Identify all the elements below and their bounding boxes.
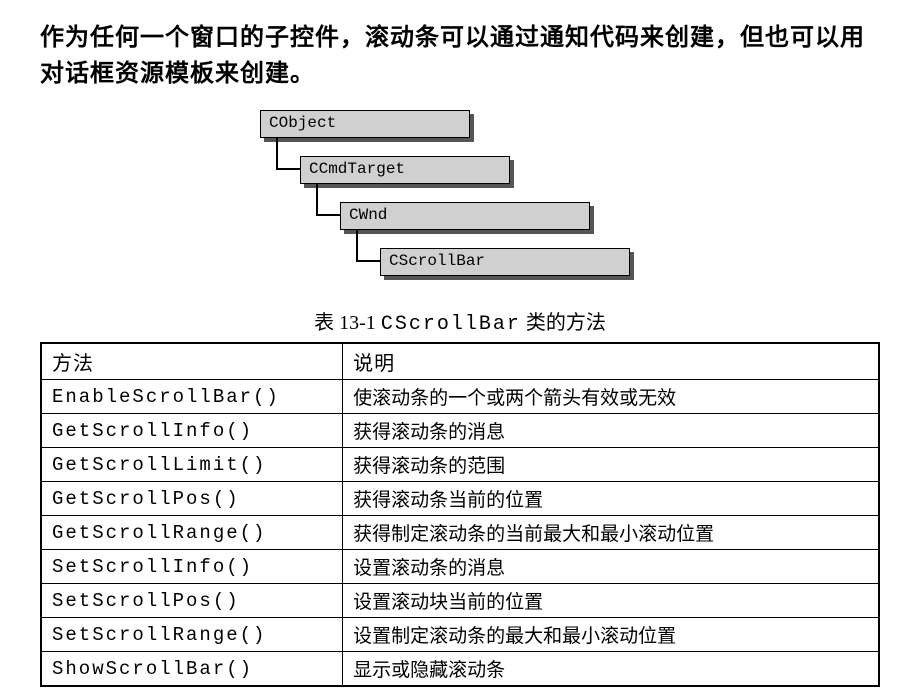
table-row: GetScrollRange() 获得制定滚动条的当前最大和最小滚动位置 [41, 516, 879, 550]
methods-table: 方法 说明 EnableScrollBar() 使滚动条的一个或两个箭头有效或无… [40, 342, 880, 687]
cell-desc: 设置制定滚动条的最大和最小滚动位置 [343, 618, 879, 652]
class-hierarchy-diagram: CObject CCmdTarget CWnd CScrollBar [260, 110, 660, 284]
hierarchy-box-cobject: CObject [260, 110, 470, 138]
cell-desc: 获得制定滚动条的当前最大和最小滚动位置 [343, 516, 879, 550]
table-row: ShowScrollBar() 显示或隐藏滚动条 [41, 652, 879, 687]
hierarchy-box-cscrollbar: CScrollBar [380, 248, 630, 276]
table-row: GetScrollLimit() 获得滚动条的范围 [41, 448, 879, 482]
cell-method: EnableScrollBar() [41, 380, 343, 414]
hierarchy-box-cwnd: CWnd [340, 202, 590, 230]
cell-method: GetScrollPos() [41, 482, 343, 516]
cell-method: SetScrollInfo() [41, 550, 343, 584]
cell-method: GetScrollLimit() [41, 448, 343, 482]
table-row: SetScrollPos() 设置滚动块当前的位置 [41, 584, 879, 618]
header-desc: 说明 [343, 343, 879, 380]
caption-prefix: 表 13-1 [314, 312, 381, 334]
table-caption: 表 13-1 CScrollBar 类的方法 [40, 306, 880, 336]
cell-desc: 显示或隐藏滚动条 [343, 652, 879, 687]
cell-desc: 获得滚动条当前的位置 [343, 482, 879, 516]
cell-method: GetScrollRange() [41, 516, 343, 550]
cell-desc: 使滚动条的一个或两个箭头有效或无效 [343, 380, 879, 414]
table-row: SetScrollRange() 设置制定滚动条的最大和最小滚动位置 [41, 618, 879, 652]
cell-method: SetScrollRange() [41, 618, 343, 652]
cell-method: SetScrollPos() [41, 584, 343, 618]
cell-desc: 获得滚动条的消息 [343, 414, 879, 448]
table-header-row: 方法 说明 [41, 343, 879, 380]
caption-suffix: 类的方法 [521, 312, 606, 334]
header-method: 方法 [41, 343, 343, 380]
table-row: SetScrollInfo() 设置滚动条的消息 [41, 550, 879, 584]
cell-method: GetScrollInfo() [41, 414, 343, 448]
caption-classname: CScrollBar [381, 313, 521, 336]
cell-desc: 设置滚动条的消息 [343, 550, 879, 584]
hierarchy-box-ccmdtarget: CCmdTarget [300, 156, 510, 184]
cell-desc: 设置滚动块当前的位置 [343, 584, 879, 618]
table-row: GetScrollPos() 获得滚动条当前的位置 [41, 482, 879, 516]
intro-paragraph: 作为任何一个窗口的子控件，滚动条可以通过通知代码来创建，但也可以用对话框资源模板… [40, 20, 880, 92]
table-row: EnableScrollBar() 使滚动条的一个或两个箭头有效或无效 [41, 380, 879, 414]
cell-desc: 获得滚动条的范围 [343, 448, 879, 482]
cell-method: ShowScrollBar() [41, 652, 343, 687]
table-row: GetScrollInfo() 获得滚动条的消息 [41, 414, 879, 448]
